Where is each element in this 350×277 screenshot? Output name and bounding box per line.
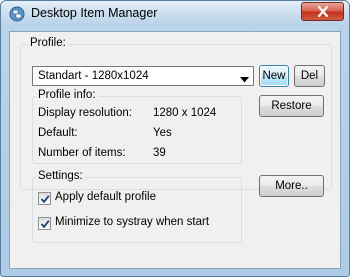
more-button[interactable]: More.. <box>259 175 324 197</box>
minimize-to-systray-label[interactable]: Minimize to systray when start <box>55 216 209 228</box>
display-resolution-value: 1280 x 1024 <box>153 107 217 119</box>
desktop-app-icon <box>9 6 25 22</box>
display-resolution-label: Display resolution: <box>38 107 132 119</box>
profile-group-label: Profile: <box>28 37 68 49</box>
number-of-items-label: Number of items: <box>38 147 126 159</box>
title-bar[interactable]: Desktop Item Manager <box>1 1 349 27</box>
apply-default-profile-label[interactable]: Apply default profile <box>55 191 156 203</box>
chevron-down-icon <box>240 74 249 86</box>
minimize-to-systray-checkbox[interactable] <box>38 217 51 230</box>
settings-label: Settings: <box>36 170 85 182</box>
profile-select[interactable]: Standart - 1280x1024 <box>32 66 254 86</box>
profile-info-label: Profile info: <box>36 89 98 101</box>
restore-button[interactable]: Restore <box>259 95 324 117</box>
default-value: Yes <box>153 127 172 139</box>
apply-default-profile-checkbox[interactable] <box>38 192 51 205</box>
window-title: Desktop Item Manager <box>31 6 158 20</box>
settings-group <box>32 177 242 243</box>
dialog-client-area: Profile: Standart - 1280x1024 New Del Pr… <box>9 31 341 269</box>
profile-select-value: Standart - 1280x1024 <box>38 70 149 82</box>
delete-profile-button[interactable]: Del <box>294 65 325 87</box>
app-window: Desktop Item Manager Profile: Standart -… <box>0 0 350 277</box>
new-profile-button[interactable]: New <box>259 65 289 87</box>
default-label: Default: <box>38 127 78 139</box>
number-of-items-value: 39 <box>153 147 166 159</box>
close-button[interactable] <box>301 2 344 21</box>
